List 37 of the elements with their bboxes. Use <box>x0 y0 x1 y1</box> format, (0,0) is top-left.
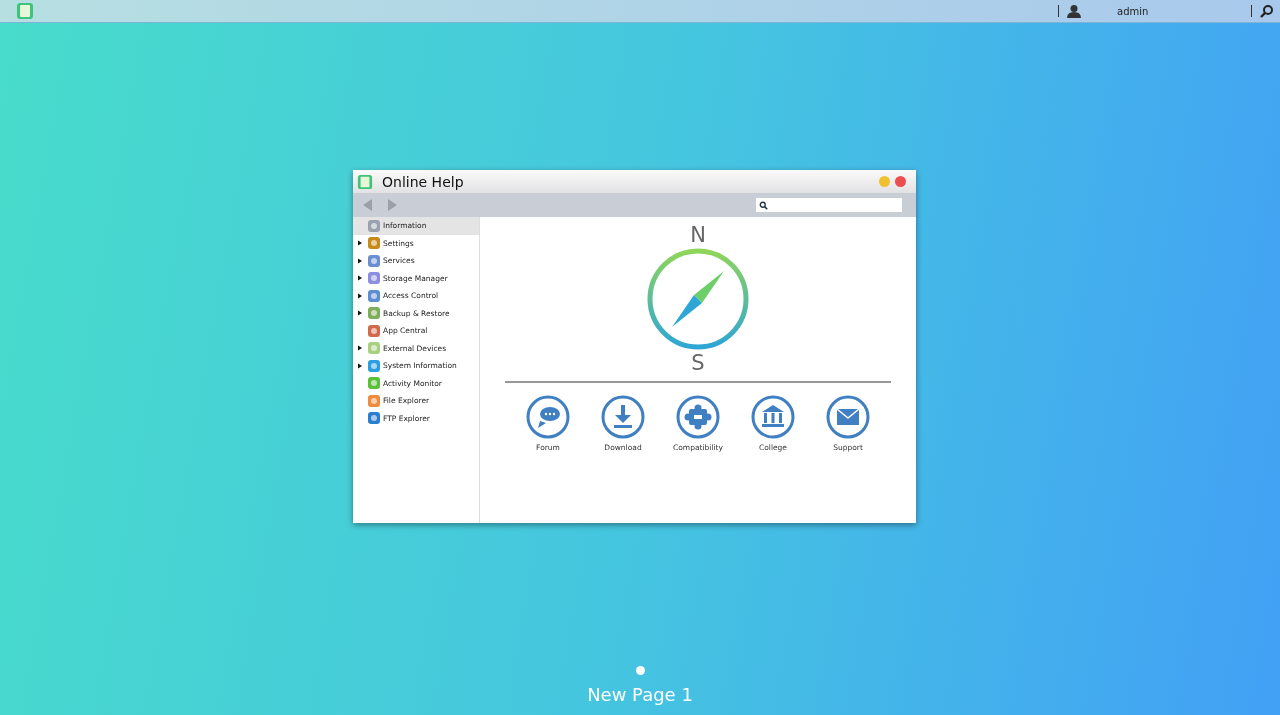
expand-arrow-icon[interactable] <box>358 275 362 282</box>
app-icon <box>368 394 380 407</box>
page-indicator-dot[interactable] <box>636 666 645 675</box>
close-button[interactable] <box>895 176 906 187</box>
expand-arrow-icon[interactable] <box>358 240 362 247</box>
expand-arrow-icon[interactable] <box>358 362 362 369</box>
search-icon[interactable] <box>1260 4 1274 18</box>
app-icon <box>368 307 380 320</box>
compass-south-label: S <box>691 351 705 375</box>
compass-north-label: N <box>690 223 706 247</box>
compass-icon <box>646 247 750 351</box>
compatibility-icon <box>676 395 720 439</box>
user-icon[interactable] <box>1067 4 1081 18</box>
app-icon <box>368 219 380 232</box>
search-icon <box>759 200 768 210</box>
app-icon <box>368 237 380 250</box>
college-icon <box>751 395 795 439</box>
expand-arrow-icon[interactable] <box>358 292 362 299</box>
app-icon <box>368 254 380 267</box>
app-icon <box>368 377 380 390</box>
search-field[interactable] <box>756 198 902 212</box>
forum-icon <box>526 395 570 439</box>
page-label: New Page 1 <box>586 684 694 705</box>
app-icon <box>368 412 380 425</box>
app-icon <box>368 272 380 285</box>
expand-arrow-icon[interactable] <box>358 257 362 264</box>
download-icon <box>601 395 645 439</box>
expand-arrow-icon[interactable] <box>358 345 362 352</box>
app-icon <box>368 324 380 337</box>
app-icon <box>368 289 380 302</box>
expand-arrow-icon[interactable] <box>358 310 362 317</box>
support-icon <box>826 395 870 439</box>
app-icon <box>368 359 380 372</box>
window-title: Online Help <box>382 173 464 190</box>
help-app-icon <box>357 173 373 190</box>
app-icon <box>368 342 380 355</box>
user-name[interactable]: admin <box>1089 5 1233 17</box>
